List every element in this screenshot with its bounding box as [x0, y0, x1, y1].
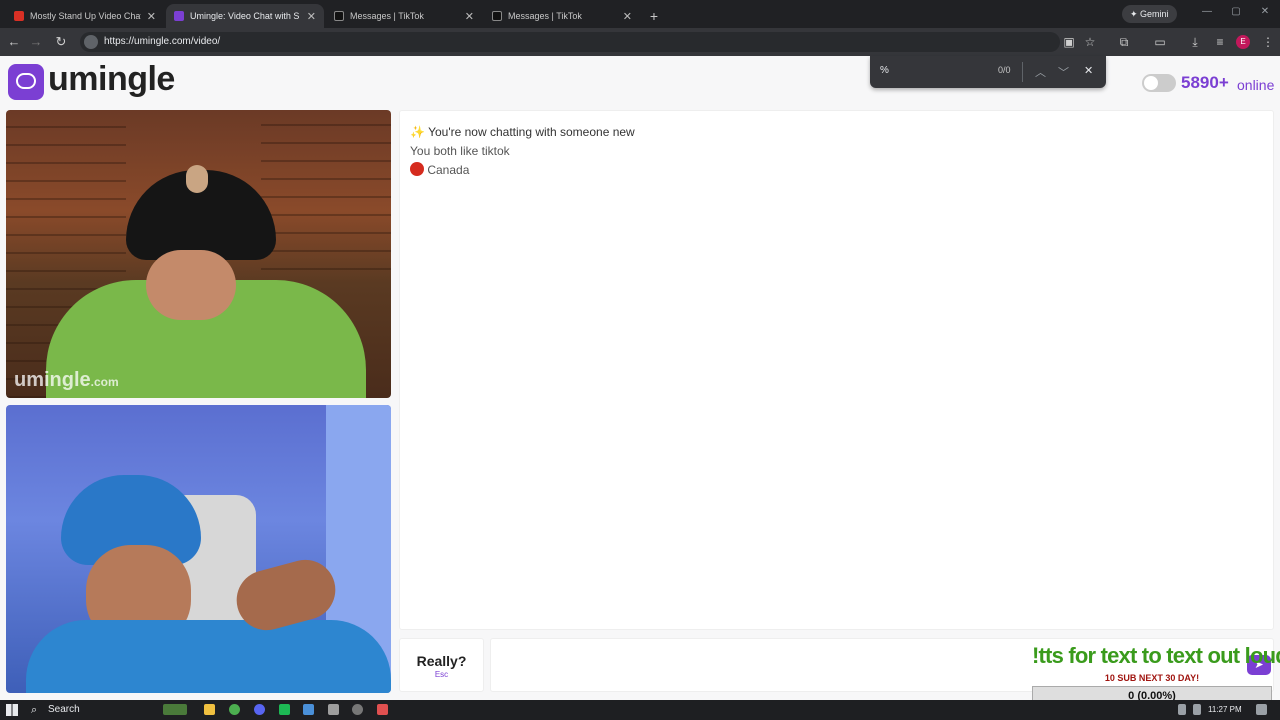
- country-text: Canada: [427, 163, 470, 177]
- maximize-icon[interactable]: ▢: [1229, 6, 1243, 17]
- overlay-sub-goal: 10 SUB NEXT 30 DAY!: [1104, 673, 1200, 683]
- taskbar-search-label: Search: [48, 704, 80, 715]
- self-video: [6, 405, 391, 693]
- tab-title: Umingle: Video Chat with S: [190, 11, 300, 21]
- watermark-main: umingle: [14, 369, 91, 391]
- chat-bubble-icon: [16, 73, 36, 89]
- widget-icon[interactable]: [163, 704, 187, 715]
- sparkle-icon: ✨: [410, 125, 425, 139]
- tab-close-icon[interactable]: ✕: [465, 10, 474, 23]
- download-icon[interactable]: ⤓: [1187, 34, 1203, 50]
- umingle-watermark: umingle.com: [14, 369, 119, 392]
- tab-close-icon[interactable]: ✕: [147, 10, 156, 23]
- theme-toggle[interactable]: [1142, 74, 1176, 92]
- find-divider: [1022, 62, 1023, 82]
- app-icon[interactable]: [303, 704, 314, 715]
- watermark-suffix: .com: [90, 375, 119, 389]
- online-count: 5890+: [1181, 73, 1229, 92]
- browser-tab[interactable]: Messages | TikTok ✕: [326, 4, 482, 28]
- toggle-knob: [1144, 76, 1158, 90]
- find-next-icon[interactable]: ﹀: [1058, 64, 1069, 80]
- face-hand: [146, 250, 236, 320]
- minimize-icon[interactable]: —: [1200, 6, 1214, 17]
- forward-arrow-icon[interactable]: →: [28, 34, 44, 50]
- tab-title: Mostly Stand Up Video Chat: [30, 11, 141, 21]
- country-line: Canada: [410, 162, 469, 177]
- media-icon[interactable]: ≡: [1212, 34, 1228, 50]
- tab-favicon-icon: [334, 11, 344, 21]
- browser-tab[interactable]: Mostly Stand Up Video Chat ✕: [6, 4, 164, 28]
- find-prev-icon[interactable]: ︿: [1035, 64, 1046, 80]
- window-close-icon[interactable]: ✕: [1258, 6, 1272, 17]
- app-icon[interactable]: [328, 704, 339, 715]
- tray-icon[interactable]: [1178, 704, 1186, 715]
- logo-text[interactable]: umingle: [48, 60, 175, 99]
- skip-button-hint: Esc: [434, 670, 449, 679]
- tray-icon[interactable]: [1193, 704, 1201, 715]
- gemini-label: Gemini: [1140, 9, 1169, 19]
- online-label: online: [1237, 77, 1275, 93]
- new-chat-text: You're now chatting with someone new: [428, 125, 635, 139]
- tab-title: Messages | TikTok: [508, 11, 582, 21]
- taskbar: ⌕ Search 11:27 PM: [0, 700, 1280, 720]
- url-bar[interactable]: https://umingle.com/video/: [80, 32, 1060, 52]
- overlay-tts-text: !tts for text to text out loud: [1032, 643, 1280, 668]
- logo-chat-icon[interactable]: [8, 64, 44, 100]
- windows-start-icon[interactable]: [6, 704, 18, 716]
- browser-tab-bar: Mostly Stand Up Video Chat ✕ Umingle: Vi…: [0, 0, 1280, 28]
- cap-logo: [186, 165, 208, 193]
- tab-title: Messages | TikTok: [350, 11, 424, 21]
- brick-wall: [261, 110, 391, 270]
- profile-avatar[interactable]: E: [1236, 35, 1250, 49]
- extensions-icon[interactable]: ⧉: [1116, 34, 1132, 50]
- bookmark-star-icon[interactable]: ☆: [1082, 34, 1098, 50]
- tab-close-icon[interactable]: ✕: [307, 10, 316, 23]
- skip-button[interactable]: Really? Esc: [399, 638, 484, 692]
- browser-tab-active[interactable]: Umingle: Video Chat with S ✕: [166, 4, 324, 28]
- find-input[interactable]: %: [880, 65, 889, 76]
- app-icon[interactable]: [279, 704, 290, 715]
- url-text: https://umingle.com/video/: [104, 36, 221, 47]
- stranger-video: umingle.com: [6, 110, 391, 398]
- chat-system-message: ✨ You're now chatting with someone new: [410, 125, 635, 139]
- new-tab-button[interactable]: +: [644, 4, 664, 28]
- discord-icon[interactable]: [254, 704, 265, 715]
- tab-favicon-icon: [14, 11, 24, 21]
- search-icon: ⌕: [31, 704, 38, 716]
- tab-close-icon[interactable]: ✕: [623, 10, 632, 23]
- taskbar-search[interactable]: ⌕ Search: [26, 702, 166, 718]
- common-interest-text: You both like tiktok: [410, 144, 510, 158]
- browser-tab[interactable]: Messages | TikTok ✕: [484, 4, 640, 28]
- file-explorer-icon[interactable]: [204, 704, 215, 715]
- find-count: 0/0: [998, 65, 1011, 75]
- find-in-page-bar: % 0/0 ︿ ﹀ ✕: [870, 56, 1106, 88]
- app-icon[interactable]: [377, 704, 388, 715]
- skip-button-label: Really?: [416, 653, 467, 669]
- tab-favicon-icon: [174, 11, 184, 21]
- tab-favicon-icon: [492, 11, 502, 21]
- taskbar-clock[interactable]: 11:27 PM: [1208, 705, 1242, 714]
- menu-kebab-icon[interactable]: ⋮: [1260, 34, 1276, 50]
- notification-icon[interactable]: [1256, 704, 1267, 715]
- find-close-icon[interactable]: ✕: [1084, 64, 1093, 77]
- browser-toolbar: ← → ↻ https://umingle.com/video/ ▣ ☆ ⧉ ▭…: [0, 28, 1280, 56]
- reload-icon[interactable]: ↻: [53, 34, 69, 50]
- page-icon[interactable]: ▣: [1061, 34, 1077, 50]
- chrome-icon[interactable]: [229, 704, 240, 715]
- gemini-button[interactable]: ✦ Gemini: [1122, 5, 1177, 23]
- canada-flag-icon: [410, 162, 424, 176]
- tab-search-icon[interactable]: ▭: [1152, 34, 1168, 50]
- settings-icon[interactable]: [352, 704, 363, 715]
- blue-shirt: [26, 620, 391, 693]
- back-arrow-icon[interactable]: ←: [6, 34, 22, 50]
- chat-panel: ✨ You're now chatting with someone new Y…: [399, 110, 1274, 630]
- site-info-icon[interactable]: [84, 35, 98, 49]
